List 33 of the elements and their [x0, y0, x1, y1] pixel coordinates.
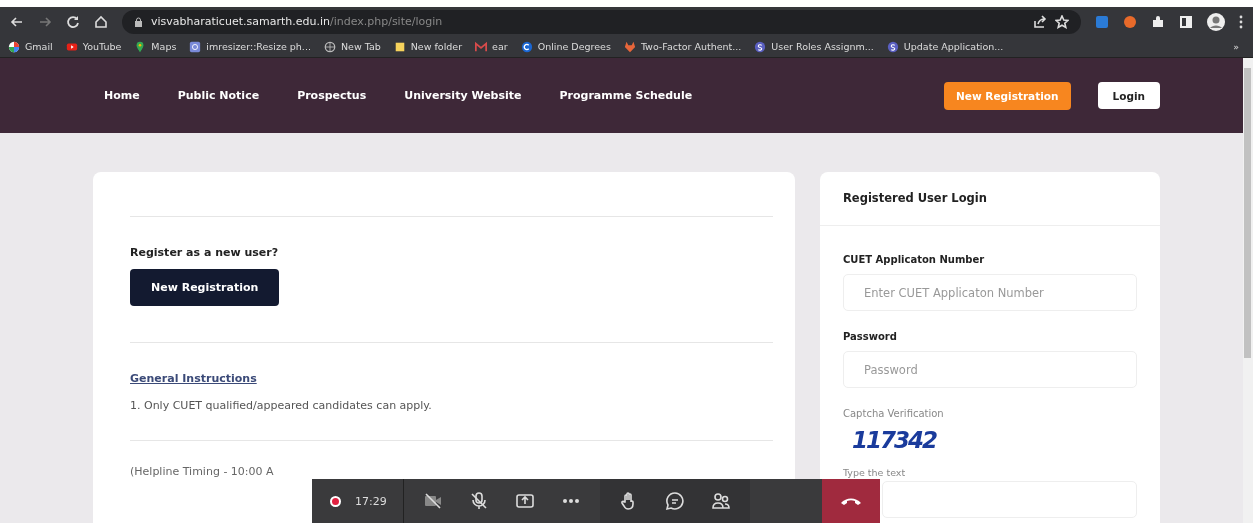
instruction-text: 1. Only CUET qualified/appeared candidates can apply.: [130, 399, 433, 412]
field-label: Type the text: [843, 467, 906, 478]
helpline-text: (Helpline Timing - 10:00 A: [130, 465, 274, 478]
bookmark[interactable]: Gmail: [8, 40, 53, 53]
input-field[interactable]: Enter CUET Applicaton Number: [843, 274, 1137, 311]
bookmark[interactable]: New Tab: [323, 40, 381, 53]
bookmark[interactable]: ear: [475, 40, 508, 53]
bookmark[interactable]: Update Application...: [886, 40, 1004, 53]
captcha-label: Captcha Verification: [843, 408, 944, 419]
register-question: Register as a new user?: [130, 246, 280, 259]
address-bar[interactable]: visvabharaticuet.samarth.edu.in/index.php/site/login: [122, 9, 1081, 34]
bookmark[interactable]: New folder: [393, 40, 463, 53]
call-timer: 17:29: [355, 494, 387, 508]
more-bookmarks-button[interactable]: »: [1233, 41, 1239, 52]
login-button[interactable]: Login: [1097, 82, 1160, 109]
bookmark[interactable]: Online Degrees: [520, 40, 611, 53]
nav-link[interactable]: Programme Schedule: [559, 89, 693, 102]
bookmark[interactable]: User Roles Assignm...: [754, 40, 874, 53]
nav-link[interactable]: Home: [104, 89, 140, 102]
field-label: CUET Applicaton Number: [843, 254, 985, 265]
nav-link[interactable]: University Website: [404, 89, 522, 102]
bookmark[interactable]: Two-Factor Authent...: [623, 40, 742, 53]
bookmark[interactable]: Maps: [134, 40, 177, 53]
nav-link[interactable]: Prospectus: [297, 89, 367, 102]
input-field[interactable]: Password: [843, 351, 1137, 388]
nav-link[interactable]: Public Notice: [177, 89, 260, 102]
login-title: Registered User Login: [820, 172, 1160, 226]
bookmark[interactable]: imresizer::Resize ph...: [189, 40, 311, 53]
captcha-text: 117342: [852, 427, 937, 453]
bookmark[interactable]: YouTube: [65, 40, 122, 53]
new-registration-button[interactable]: New Registration: [130, 269, 280, 306]
field-label: Password: [843, 331, 897, 342]
instructions-link[interactable]: General Instructions: [130, 372, 257, 385]
